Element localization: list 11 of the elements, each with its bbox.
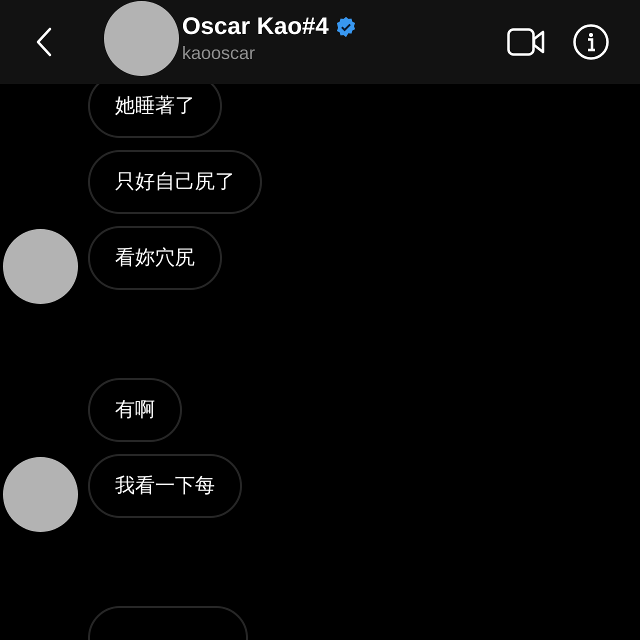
message-bubble: 我看一下每 xyxy=(88,454,242,518)
info-button[interactable] xyxy=(572,23,610,61)
back-icon xyxy=(36,27,52,57)
video-camera-icon xyxy=(507,28,545,56)
message-bubble: 看妳穴尻 xyxy=(88,226,222,290)
message-bubble: 有啊 xyxy=(88,378,182,442)
video-call-button[interactable] xyxy=(506,27,546,57)
contact-name: Oscar Kao#4 xyxy=(182,12,329,42)
info-icon xyxy=(573,24,609,60)
message-bubble: 只好自己尻了 xyxy=(88,150,262,214)
contact-username: kaooscar xyxy=(182,42,256,64)
